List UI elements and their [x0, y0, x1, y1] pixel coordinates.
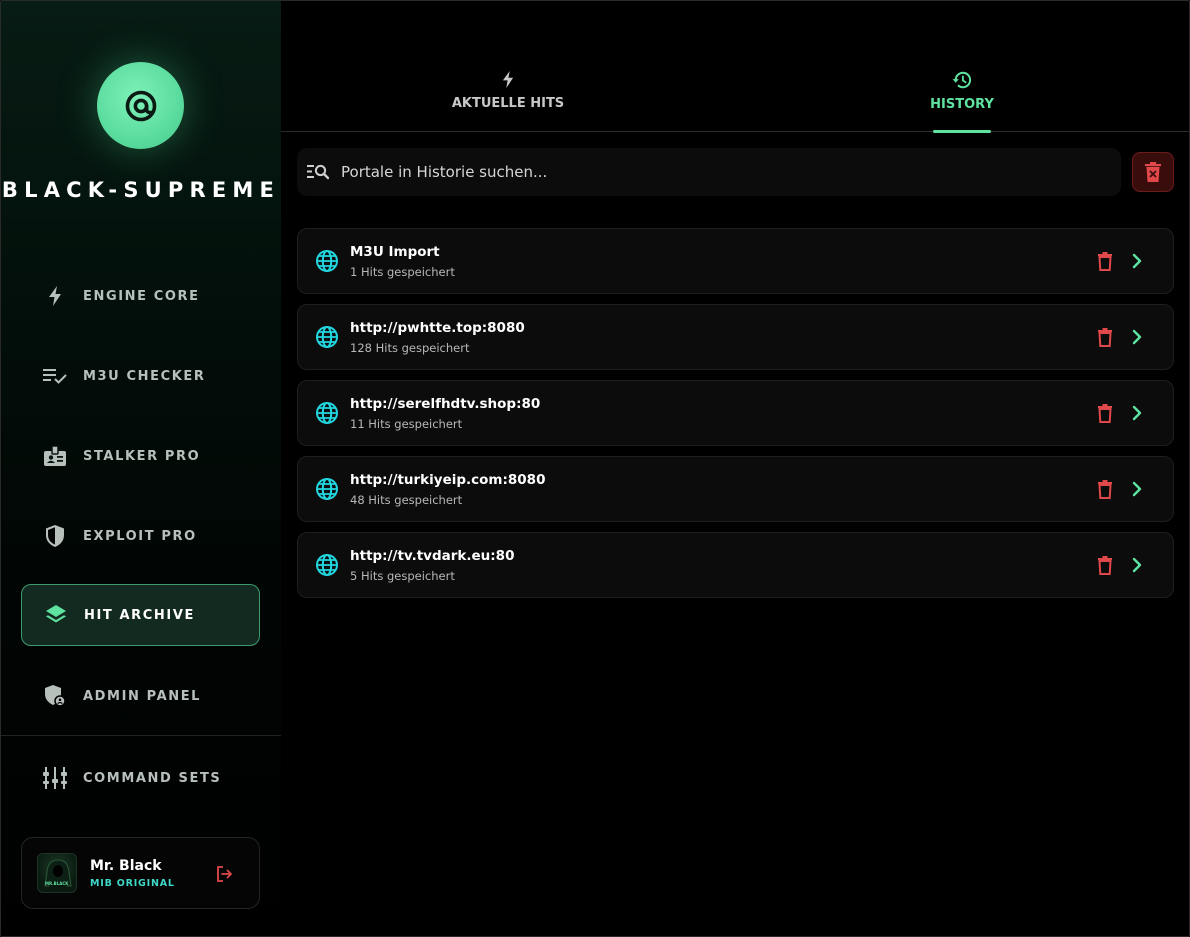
history-item[interactable]: M3U Import 1 Hits gespeichert — [297, 228, 1174, 294]
sidebar-item-exploit-pro[interactable]: EXPLOIT PRO — [21, 505, 260, 567]
tab-active-indicator — [933, 130, 991, 133]
history-item[interactable]: http://turkiyeip.com:8080 48 Hits gespei… — [297, 456, 1174, 522]
history-item-title: http://pwhtte.top:8080 — [350, 319, 525, 336]
chevron-right-icon — [1132, 253, 1142, 269]
history-item-count: 48 Hits gespeichert — [350, 492, 463, 507]
history-item[interactable]: http://pwhtte.top:8080 128 Hits gespeich… — [297, 304, 1174, 370]
bolt-icon — [43, 284, 67, 308]
app-logo — [97, 62, 184, 149]
at-target-icon — [125, 90, 156, 121]
globe-icon — [316, 554, 338, 576]
layers-icon — [44, 603, 68, 627]
clear-history-button[interactable] — [1132, 152, 1174, 192]
open-button[interactable] — [1127, 327, 1147, 347]
search-icon — [307, 164, 329, 180]
globe-icon — [316, 250, 338, 272]
history-item[interactable]: http://serelfhdtv.shop:80 11 Hits gespei… — [297, 380, 1174, 446]
avatar: MR.BLACK — [37, 853, 77, 893]
sidebar-item-label: COMMAND SETS — [83, 770, 222, 786]
chevron-right-icon — [1132, 329, 1142, 345]
delete-all-icon — [1145, 162, 1161, 182]
search-bar — [297, 148, 1121, 196]
history-item-count: 128 Hits gespeichert — [350, 340, 470, 355]
history-item-title: http://turkiyeip.com:8080 — [350, 471, 546, 488]
globe-icon — [316, 402, 338, 424]
logout-icon — [217, 866, 232, 882]
tab-label: HISTORY — [930, 97, 994, 112]
trash-icon — [1098, 252, 1112, 271]
admin-shield-icon — [43, 684, 67, 708]
sidebar-item-label: ENGINE CORE — [83, 288, 200, 304]
history-item-title: http://tv.tvdark.eu:80 — [350, 547, 515, 564]
list-check-icon — [43, 364, 67, 388]
main-panel: AKTUELLE HITS HISTORY Portale in Histori… — [281, 1, 1189, 936]
delete-button[interactable] — [1095, 327, 1115, 347]
tab-history[interactable]: HISTORY — [930, 71, 994, 133]
avatar-caption: MR.BLACK — [45, 881, 69, 886]
history-item-count: 5 Hits gespeichert — [350, 568, 455, 583]
bolt-icon — [502, 71, 514, 88]
delete-button[interactable] — [1095, 251, 1115, 271]
tab-aktuelle-hits[interactable]: AKTUELLE HITS — [452, 71, 564, 132]
logout-button[interactable] — [215, 864, 235, 884]
delete-button[interactable] — [1095, 555, 1115, 575]
chevron-right-icon — [1132, 481, 1142, 497]
open-button[interactable] — [1127, 403, 1147, 423]
delete-button[interactable] — [1095, 403, 1115, 423]
sidebar-item-stalker-pro[interactable]: STALKER PRO — [21, 425, 260, 487]
trash-icon — [1098, 556, 1112, 575]
sidebar-item-hit-archive[interactable]: HIT ARCHIVE — [21, 584, 260, 646]
open-button[interactable] — [1127, 251, 1147, 271]
shield-icon — [43, 524, 67, 548]
search-input[interactable] — [341, 163, 1081, 181]
globe-icon — [316, 326, 338, 348]
badge-icon — [43, 444, 67, 468]
history-list: M3U Import 1 Hits gespeichert http://pwh… — [297, 228, 1174, 608]
sidebar-item-label: EXPLOIT PRO — [83, 528, 197, 544]
brand-title: BLACK-SUPREME — [1, 178, 281, 202]
globe-icon — [316, 478, 338, 500]
history-icon — [952, 71, 972, 89]
tab-label: AKTUELLE HITS — [451, 96, 565, 111]
sidebar-item-label: ADMIN PANEL — [83, 688, 202, 704]
sidebar-divider — [1, 735, 281, 736]
history-item[interactable]: http://tv.tvdark.eu:80 5 Hits gespeicher… — [297, 532, 1174, 598]
sidebar-item-engine-core[interactable]: ENGINE CORE — [21, 265, 260, 327]
trash-icon — [1098, 404, 1112, 423]
history-item-count: 1 Hits gespeichert — [350, 264, 455, 279]
sidebar-item-admin-panel[interactable]: ADMIN PANEL — [21, 665, 260, 727]
user-name: Mr. Black — [90, 857, 162, 874]
sidebar-item-m3u-checker[interactable]: M3U CHECKER — [21, 345, 260, 407]
chevron-right-icon — [1132, 557, 1142, 573]
user-role: MIB ORIGINAL — [90, 877, 175, 889]
sidebar-item-label: M3U CHECKER — [83, 368, 206, 384]
sidebar-item-command-sets[interactable]: COMMAND SETS — [21, 747, 260, 809]
history-item-title: M3U Import — [350, 243, 440, 260]
open-button[interactable] — [1127, 479, 1147, 499]
history-item-count: 11 Hits gespeichert — [350, 416, 463, 431]
history-item-title: http://serelfhdtv.shop:80 — [350, 395, 541, 412]
sidebar-item-label: HIT ARCHIVE — [84, 607, 195, 623]
sidebar-item-label: STALKER PRO — [83, 448, 201, 464]
open-button[interactable] — [1127, 555, 1147, 575]
tab-bar: AKTUELLE HITS HISTORY — [281, 1, 1189, 133]
app-window: BLACK-SUPREME ENGINE CORE M3U CHECKER ST… — [0, 0, 1190, 937]
delete-button[interactable] — [1095, 479, 1115, 499]
sliders-icon — [43, 766, 67, 790]
sidebar: BLACK-SUPREME ENGINE CORE M3U CHECKER ST… — [1, 1, 281, 936]
chevron-right-icon — [1132, 405, 1142, 421]
user-card: MR.BLACK Mr. Black MIB ORIGINAL — [21, 837, 260, 909]
trash-icon — [1098, 480, 1112, 499]
trash-icon — [1098, 328, 1112, 347]
